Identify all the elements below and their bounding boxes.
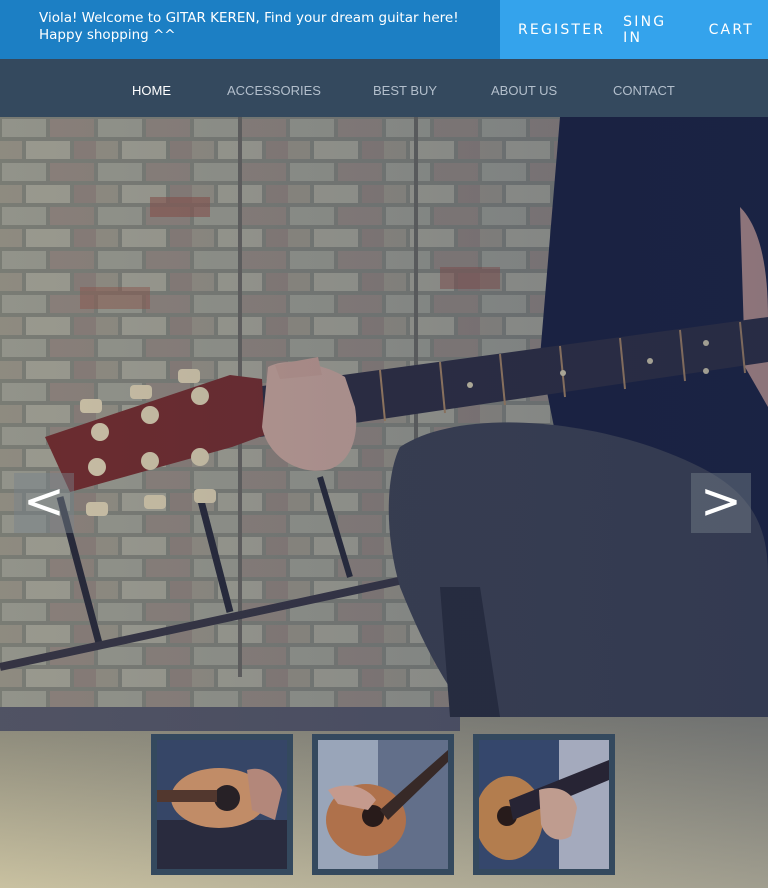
nav-item-accessories[interactable]: ACCESSORIES (227, 59, 321, 117)
welcome-text: Viola! Welcome to GITAR KEREN, Find your… (39, 10, 459, 43)
thumbnail-image (318, 740, 448, 869)
top-bar: Viola! Welcome to GITAR KEREN, Find your… (0, 0, 768, 59)
nav-item-best-buy[interactable]: BEST BUY (373, 59, 437, 117)
slider-thumbnail-2[interactable] (312, 734, 454, 875)
nav-item-contact[interactable]: CONTACT (613, 59, 675, 117)
slider-next-arrow[interactable]: > (691, 473, 751, 533)
slider-thumbnail-1[interactable] (151, 734, 293, 875)
welcome-banner: Viola! Welcome to GITAR KEREN, Find your… (0, 0, 500, 59)
thumbnail-image (479, 740, 609, 869)
main-nav: HOME ACCESSORIES BEST BUY ABOUT US CONTA… (0, 59, 768, 117)
slider-thumbnails (151, 734, 634, 875)
thumbnail-image (157, 740, 287, 869)
register-link[interactable]: REGISTER (518, 22, 605, 38)
sign-in-link[interactable]: SING IN (623, 14, 690, 46)
nav-item-about-us[interactable]: ABOUT US (491, 59, 557, 117)
cart-link[interactable]: CART (709, 22, 754, 38)
slider-prev-arrow[interactable]: < (14, 473, 74, 533)
account-links: REGISTER SING IN CART (500, 0, 768, 59)
nav-item-home[interactable]: HOME (132, 59, 171, 117)
slider-thumbnail-3[interactable] (473, 734, 615, 875)
hero-slider: < > (0, 117, 768, 888)
